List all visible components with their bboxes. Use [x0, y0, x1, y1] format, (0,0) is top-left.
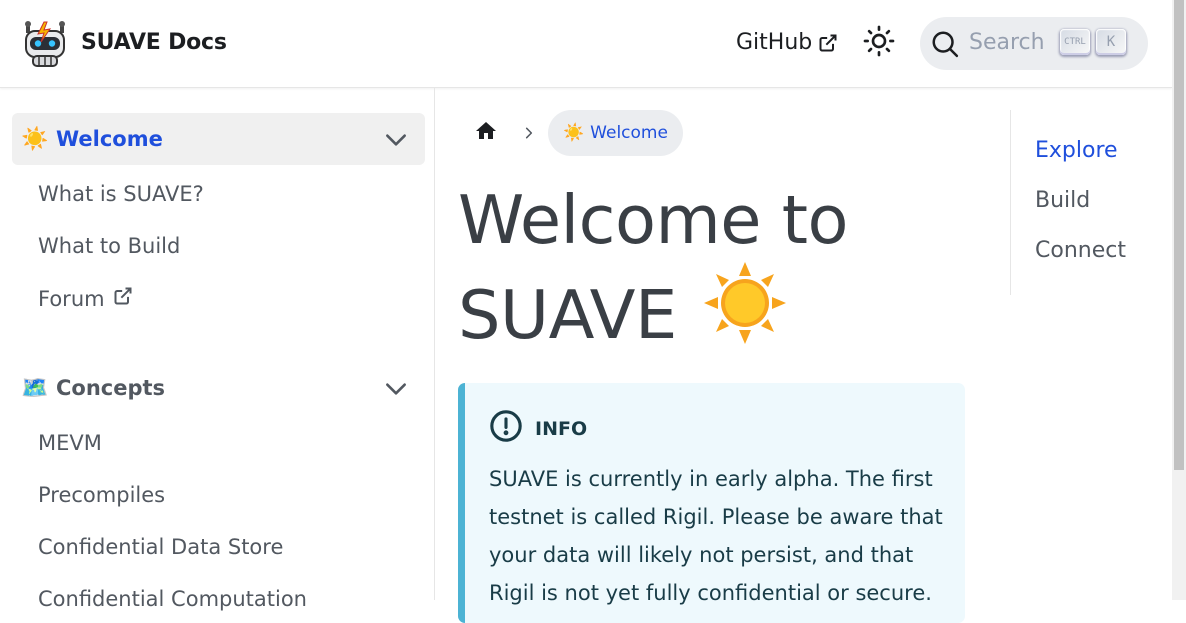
page-title: Welcome to SUAVE — [458, 178, 978, 363]
breadcrumb-current-label: Welcome — [590, 123, 668, 143]
sidebar-item-forum[interactable]: Forum — [38, 286, 133, 311]
sidebar-item-label: What is SUAVE? — [38, 182, 204, 206]
page-title-line1: Welcome to — [458, 181, 849, 259]
admonition-heading: INFO — [489, 409, 587, 448]
map-emoji-icon: 🗺️ — [21, 375, 49, 401]
toc-item-build[interactable]: Build — [1035, 188, 1090, 213]
sidebar-item-label: Confidential Computation — [38, 587, 307, 611]
shortcut-ctrl-key: CTRL — [1060, 29, 1090, 55]
info-circle-icon — [489, 409, 523, 448]
chevron-down-icon[interactable] — [383, 127, 409, 153]
admonition-text: SUAVE is currently in early alpha. The f… — [489, 467, 943, 605]
shortcut-k-key: K — [1096, 29, 1126, 55]
sidebar-item-label: Confidential Data Store — [38, 535, 284, 559]
sidebar-item-label: Forum — [38, 286, 105, 311]
admonition-type-label: INFO — [535, 417, 588, 440]
title-sun-emoji — [703, 262, 786, 363]
breadcrumb-home-link[interactable] — [462, 110, 510, 156]
breadcrumb: ☀️ Welcome — [462, 110, 683, 156]
info-admonition: INFO SUAVE is currently in early alpha. … — [458, 383, 965, 623]
sidebar-item-precompiles[interactable]: Precompiles — [38, 483, 165, 507]
table-of-contents: Explore Build Connect — [1010, 110, 1160, 295]
external-link-icon — [818, 33, 838, 53]
search-label: Search — [969, 30, 1045, 55]
home-icon — [474, 119, 498, 147]
sidebar-category-concepts[interactable]: 🗺️ Concepts — [12, 362, 425, 414]
sidebar-category-welcome[interactable]: ☀️ Welcome — [12, 113, 425, 165]
sidebar: ☀️ Welcome What is SUAVE? What to Build … — [0, 88, 435, 611]
sidebar-item-confidential-computation[interactable]: Confidential Computation — [38, 587, 307, 611]
search-button[interactable]: Search CTRL K — [920, 17, 1148, 70]
sidebar-item-what-to-build[interactable]: What to Build — [38, 234, 180, 258]
sidebar-category-label: Concepts — [56, 376, 166, 400]
sun-icon — [863, 25, 895, 61]
sidebar-item-what-is-suave[interactable]: What is SUAVE? — [38, 182, 204, 206]
chevron-right-icon — [510, 110, 548, 156]
navbar: SUAVE Docs GitHub Search CTRL K — [0, 0, 1172, 88]
sun-emoji-icon: ☀️ — [563, 123, 585, 143]
toc-item-connect[interactable]: Connect — [1035, 238, 1126, 263]
sidebar-item-confidential-data-store[interactable]: Confidential Data Store — [38, 535, 283, 559]
toc-item-explore[interactable]: Explore — [1035, 138, 1118, 163]
github-link[interactable]: GitHub — [736, 30, 838, 55]
scrollbar-thumb[interactable] — [1174, 0, 1184, 470]
search-icon — [930, 29, 960, 59]
sidebar-category-label: Welcome — [56, 127, 163, 151]
robot-logo[interactable] — [22, 20, 68, 68]
breadcrumb-current: ☀️ Welcome — [548, 110, 683, 156]
sidebar-item-label: Precompiles — [38, 483, 166, 507]
site-title[interactable]: SUAVE Docs — [81, 30, 227, 55]
sidebar-item-label: What to Build — [38, 234, 181, 258]
chevron-down-icon[interactable] — [383, 376, 409, 402]
page-scrollbar[interactable] — [1172, 0, 1186, 600]
sun-emoji-icon: ☀️ — [21, 126, 49, 152]
page-title-line2: SUAVE — [458, 276, 677, 354]
sidebar-item-mevm[interactable]: MEVM — [38, 431, 102, 455]
github-link-label: GitHub — [736, 30, 813, 55]
external-link-icon — [113, 286, 133, 311]
theme-toggle-button[interactable] — [860, 24, 898, 62]
sidebar-item-label: MEVM — [38, 431, 102, 455]
